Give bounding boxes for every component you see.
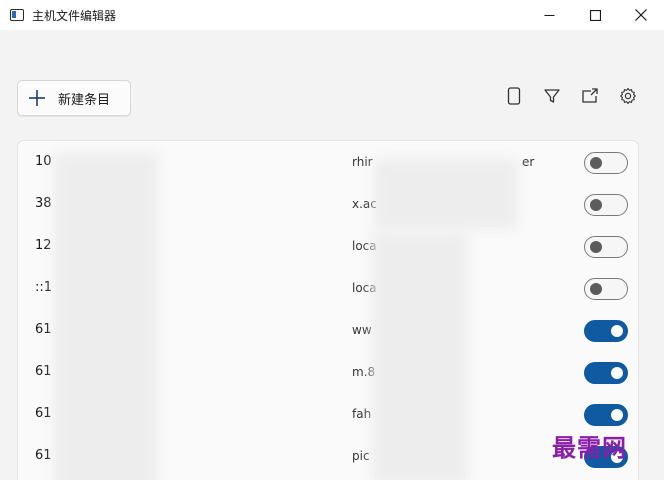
entry-toggle[interactable]: [584, 152, 628, 174]
toggle-knob: [590, 241, 602, 253]
entry-hostname: ww: [352, 323, 372, 337]
minimize-icon: [544, 14, 554, 16]
entry-toggle[interactable]: [584, 278, 628, 300]
entry-address: 61: [35, 322, 52, 337]
entry-toggle[interactable]: [584, 194, 628, 216]
toolbar-icons: [504, 86, 638, 106]
app-icon: [10, 9, 24, 21]
entry-address: 10: [35, 154, 52, 169]
toggle-knob: [611, 367, 623, 379]
entry-address: 12: [35, 238, 52, 253]
toggle-knob: [590, 157, 602, 169]
entry-hostname: pic: [352, 449, 370, 463]
entry-address: 38: [35, 196, 52, 211]
window-controls: [526, 0, 664, 30]
entry-address: 61: [35, 406, 52, 421]
maximize-icon: [589, 9, 601, 21]
hosts-list: 10 rhir er 38 x.ac 12 loca ::1 loca 61 w…: [17, 140, 639, 480]
title-bar: 主机文件编辑器: [0, 0, 664, 30]
redaction-blur: [374, 159, 518, 229]
entry-hostname: fah: [352, 407, 372, 421]
filter-icon[interactable]: [542, 86, 562, 106]
redaction-blur: [54, 153, 158, 480]
export-icon[interactable]: [580, 86, 600, 106]
toggle-knob: [590, 199, 602, 211]
gear-icon[interactable]: [618, 86, 638, 106]
toggle-knob: [611, 325, 623, 337]
phone-icon[interactable]: [504, 86, 524, 106]
close-button[interactable]: [618, 0, 664, 30]
entry-address: 61: [35, 364, 52, 379]
new-entry-label: 新建条目: [58, 92, 111, 108]
entry-hostname: rhir: [352, 155, 373, 169]
maximize-button[interactable]: [572, 0, 618, 30]
toggle-knob: [590, 283, 602, 295]
minimize-button[interactable]: [526, 0, 572, 30]
window-title: 主机文件编辑器: [32, 8, 117, 23]
entry-toggle[interactable]: [584, 236, 628, 258]
entry-hostname-tail: er: [522, 155, 535, 169]
toggle-knob: [611, 409, 623, 421]
watermark-logo: 最需网: [552, 433, 627, 462]
entry-address: 61: [35, 448, 52, 463]
entry-toggle[interactable]: [584, 404, 628, 426]
new-entry-button[interactable]: 新建条目: [17, 80, 131, 116]
entry-toggle[interactable]: [584, 320, 628, 342]
plus-icon: [29, 90, 45, 106]
close-icon: [635, 9, 647, 21]
entry-address: ::1: [35, 280, 53, 295]
entry-toggle[interactable]: [584, 362, 628, 384]
redaction-blur: [372, 233, 468, 480]
